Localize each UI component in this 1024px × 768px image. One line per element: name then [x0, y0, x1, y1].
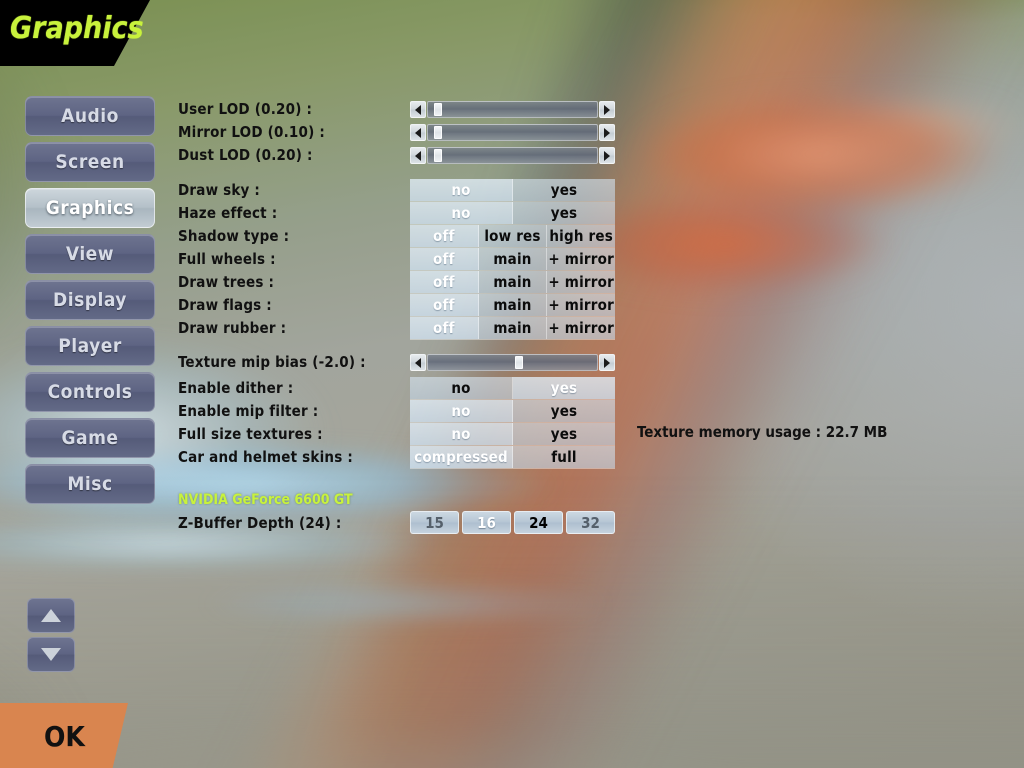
gpu-name-label: NVIDIA GeForce 6600 GT: [178, 492, 353, 508]
ok-button-label: OK: [44, 720, 85, 753]
slider-track[interactable]: [427, 147, 598, 164]
option-button-no[interactable]: no: [410, 202, 513, 224]
setting-label-group-one-5: Draw flags :: [178, 296, 272, 314]
setting-label-mip-bias: Texture mip bias (-2.0) :: [178, 353, 366, 371]
option-button-no[interactable]: no: [410, 179, 513, 201]
option-button-off[interactable]: off: [410, 317, 479, 339]
setting-label-lod-1: Mirror LOD (0.10) :: [178, 123, 325, 141]
option-row: no yes: [410, 179, 615, 202]
option-button-main[interactable]: main: [478, 248, 548, 270]
option-button-compressed[interactable]: compressed: [410, 446, 513, 468]
slider-right-arrow-button[interactable]: [599, 354, 615, 371]
slider-track[interactable]: [427, 101, 598, 118]
scroll-down-button[interactable]: [27, 637, 75, 672]
option-button-no[interactable]: no: [410, 423, 513, 445]
option-button-yes[interactable]: yes: [513, 423, 615, 445]
setting-label-group-two-2: Full size textures :: [178, 425, 323, 443]
option-button--mirror[interactable]: + mirror: [547, 317, 616, 339]
option-button-no[interactable]: no: [410, 377, 513, 399]
option-button-no[interactable]: no: [410, 400, 513, 422]
settings-panel: User LOD (0.20) : Mirror LOD (0.10) : Dust…: [0, 0, 1024, 768]
setting-label-group-one-1: Haze effect :: [178, 204, 278, 222]
option-row: no yes: [410, 377, 615, 400]
triangle-right-icon: [604, 127, 610, 138]
triangle-right-icon: [604, 357, 610, 368]
zbuffer-option-16[interactable]: 16: [462, 511, 511, 534]
option-button-high-res[interactable]: high res: [547, 225, 616, 247]
triangle-right-icon: [604, 150, 610, 161]
option-row: off main + mirror: [410, 294, 616, 317]
option-button-main[interactable]: main: [478, 294, 548, 316]
option-button-off[interactable]: off: [410, 271, 479, 293]
triangle-up-icon: [41, 609, 61, 622]
slider-track[interactable]: [427, 354, 598, 371]
scroll-up-button[interactable]: [27, 598, 75, 633]
option-button--mirror[interactable]: + mirror: [547, 248, 616, 270]
texture-memory-usage-label: Texture memory usage : 22.7 MB: [637, 423, 888, 441]
slider-handle[interactable]: [514, 356, 523, 369]
slider-right-arrow-button[interactable]: [599, 101, 615, 118]
option-row: off main + mirror: [410, 248, 616, 271]
slider-lod-1[interactable]: [410, 124, 615, 141]
triangle-left-icon: [415, 150, 421, 161]
option-button-full[interactable]: full: [513, 446, 615, 468]
option-button--mirror[interactable]: + mirror: [547, 271, 616, 293]
option-button-off[interactable]: off: [410, 294, 479, 316]
triangle-right-icon: [604, 104, 610, 115]
triangle-down-icon: [41, 648, 61, 661]
slider-handle[interactable]: [433, 103, 442, 116]
option-button-yes[interactable]: yes: [513, 400, 615, 422]
zbuffer-option-24[interactable]: 24: [514, 511, 563, 534]
slider-mip-bias[interactable]: [410, 354, 615, 371]
option-button-main[interactable]: main: [478, 317, 548, 339]
setting-label-group-one-3: Full wheels :: [178, 250, 276, 268]
slider-handle[interactable]: [433, 149, 442, 162]
setting-label-group-one-4: Draw trees :: [178, 273, 275, 291]
setting-label-lod-2: Dust LOD (0.20) :: [178, 146, 313, 164]
option-row: off main + mirror: [410, 317, 616, 340]
triangle-left-icon: [415, 357, 421, 368]
slider-lod-2[interactable]: [410, 147, 615, 164]
scroll-arrow-group: [27, 598, 75, 676]
setting-label-group-one-6: Draw rubber :: [178, 319, 287, 337]
zbuffer-option-32[interactable]: 32: [566, 511, 615, 534]
option-row: no yes: [410, 202, 615, 225]
setting-label-group-two-1: Enable mip filter :: [178, 402, 319, 420]
option-button--mirror[interactable]: + mirror: [547, 294, 616, 316]
setting-label-group-one-2: Shadow type :: [178, 227, 290, 245]
setting-label-group-one-0: Draw sky :: [178, 181, 261, 199]
slider-right-arrow-button[interactable]: [599, 124, 615, 141]
setting-label-zbuffer: Z-Buffer Depth (24) :: [178, 514, 342, 532]
option-button-main[interactable]: main: [478, 271, 548, 293]
setting-label-lod-0: User LOD (0.20) :: [178, 100, 313, 118]
slider-left-arrow-button[interactable]: [410, 124, 426, 141]
option-button-off[interactable]: off: [410, 225, 479, 247]
zbuffer-option-15[interactable]: 15: [410, 511, 459, 534]
option-button-off[interactable]: off: [410, 248, 479, 270]
option-button-low-res[interactable]: low res: [478, 225, 548, 247]
slider-right-arrow-button[interactable]: [599, 147, 615, 164]
page-title: Graphics: [10, 11, 144, 46]
option-row: no yes: [410, 400, 615, 423]
option-row: off low res high res: [410, 225, 616, 248]
option-button-yes[interactable]: yes: [513, 202, 615, 224]
setting-label-group-two-0: Enable dither :: [178, 379, 294, 397]
slider-left-arrow-button[interactable]: [410, 101, 426, 118]
triangle-left-icon: [415, 127, 421, 138]
option-button-yes[interactable]: yes: [513, 377, 615, 399]
option-row: off main + mirror: [410, 271, 616, 294]
setting-label-group-two-3: Car and helmet skins :: [178, 448, 353, 466]
zbuffer-depth-group: 15 16 24 32: [410, 511, 615, 534]
slider-handle[interactable]: [433, 126, 442, 139]
slider-track[interactable]: [427, 124, 598, 141]
slider-left-arrow-button[interactable]: [410, 354, 426, 371]
slider-lod-0[interactable]: [410, 101, 615, 118]
option-row: compressed full: [410, 446, 615, 469]
option-row: no yes: [410, 423, 615, 446]
slider-left-arrow-button[interactable]: [410, 147, 426, 164]
triangle-left-icon: [415, 104, 421, 115]
option-button-yes[interactable]: yes: [513, 179, 615, 201]
